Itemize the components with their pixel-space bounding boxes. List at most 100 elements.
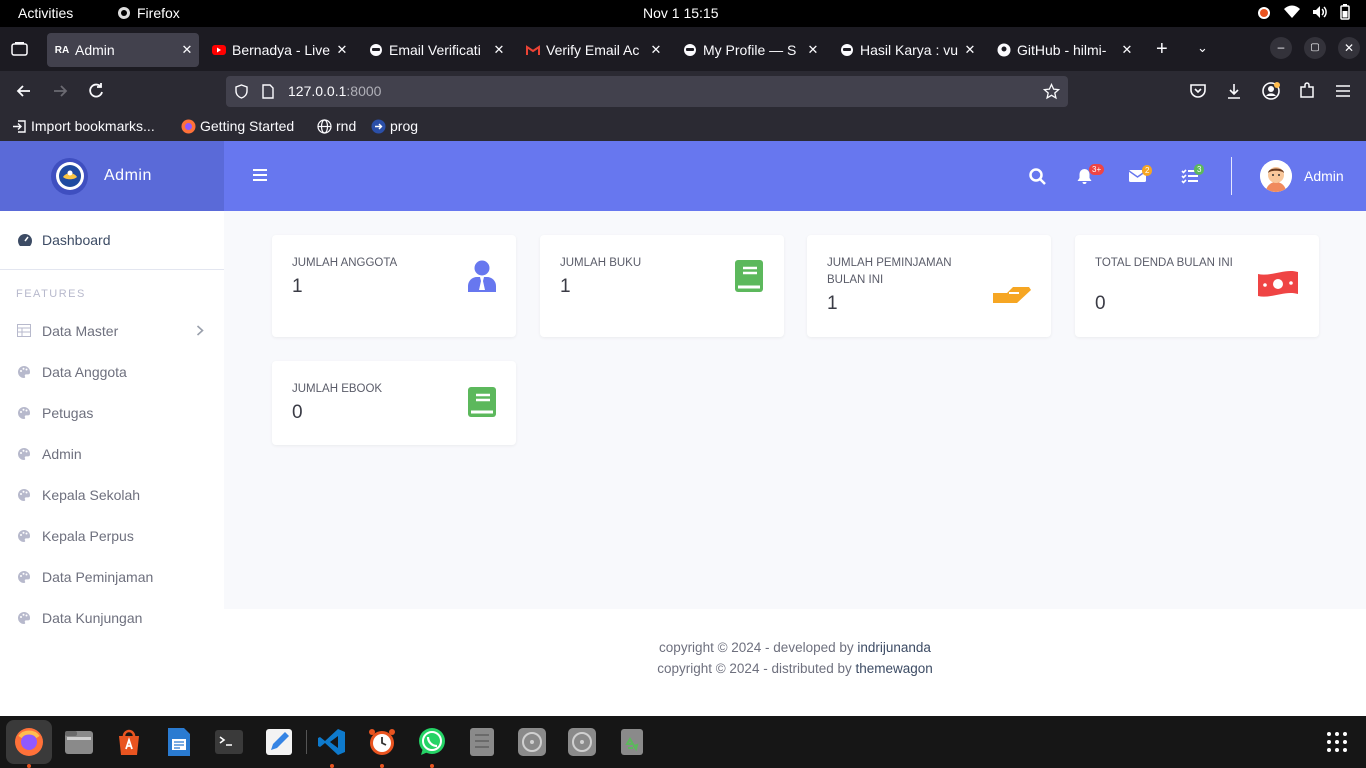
sidebar-item-data-kunjungan[interactable]: Data Kunjungan (0, 597, 224, 638)
card-label: JUMLAH ANGGOTA (292, 257, 398, 269)
text-editor-icon[interactable] (264, 727, 294, 757)
system-tray[interactable] (1256, 4, 1350, 20)
minimize-window-icon[interactable]: – (1270, 37, 1292, 59)
footer-text: copyright © 2024 - distributed by (657, 661, 856, 676)
close-tab-icon[interactable]: ✕ (648, 42, 664, 58)
whatsapp-icon[interactable] (417, 727, 447, 757)
pocket-icon[interactable] (1188, 81, 1208, 101)
bookmark-star-icon[interactable] (1043, 83, 1060, 100)
message-badge: 2 (1142, 165, 1153, 176)
generic-site-icon (369, 43, 383, 57)
disc-icon[interactable] (567, 727, 597, 757)
sidebar-brand[interactable]: Admin (0, 141, 224, 211)
tab-github[interactable]: GitHub - hilmi- ✕ (989, 33, 1135, 67)
brand-name: Admin (104, 167, 152, 184)
dock-separator (306, 730, 307, 754)
download-icon[interactable] (1224, 81, 1244, 101)
bookmark-label: rnd (336, 118, 357, 134)
tab-list-chevron-icon[interactable]: ⌄ (1197, 40, 1208, 56)
tab-email-verification[interactable]: Email Verificati ✕ (361, 33, 507, 67)
task-badge: 3 (1194, 164, 1205, 175)
reload-icon[interactable] (86, 81, 106, 101)
tab-my-profile[interactable]: My Profile — S ✕ (675, 33, 821, 67)
footer-link-distributor[interactable]: themewagon (856, 661, 933, 676)
avatar (1260, 160, 1292, 192)
user-menu[interactable]: Admin (1260, 160, 1344, 192)
close-tab-icon[interactable]: ✕ (805, 42, 821, 58)
show-apps-icon[interactable] (1327, 732, 1347, 752)
bookmark-import[interactable]: Import bookmarks... (12, 118, 155, 134)
hamburger-icon[interactable] (252, 167, 268, 183)
firefox-icon (118, 7, 130, 19)
running-indicator (27, 764, 31, 768)
url-text[interactable]: 127.0.0.1:8000 (288, 83, 381, 99)
terminal-icon[interactable] (214, 727, 244, 757)
activities-button[interactable]: Activities (18, 5, 73, 21)
menu-icon[interactable] (1333, 81, 1353, 101)
writer-icon[interactable] (164, 727, 194, 757)
page-icon[interactable] (262, 84, 274, 99)
sidebar-item-admin[interactable]: Admin (0, 433, 224, 474)
app-center-icon[interactable] (114, 727, 144, 757)
sidebar-item-petugas[interactable]: Petugas (0, 392, 224, 433)
card-value: 0 (292, 402, 303, 423)
sidebar-divider (0, 269, 224, 270)
card-value: 1 (292, 276, 303, 297)
tab-hasil-karya[interactable]: Hasil Karya : vu ✕ (832, 33, 978, 67)
alarm-clock-icon[interactable] (367, 727, 397, 757)
book-icon (468, 387, 496, 417)
back-icon[interactable] (14, 81, 34, 101)
card-label: JUMLAH EBOOK (292, 383, 383, 395)
footer-line-developed: copyright © 2024 - developed by indrijun… (224, 640, 1366, 655)
sidebar-item-dashboard[interactable]: Dashboard (0, 219, 224, 260)
forward-icon[interactable] (50, 81, 70, 101)
close-tab-icon[interactable]: ✕ (1119, 42, 1135, 58)
account-icon[interactable] (1261, 81, 1281, 101)
bookmark-getting-started[interactable]: Getting Started (181, 118, 294, 134)
new-tab-icon[interactable]: + (1156, 38, 1168, 61)
shield-icon[interactable] (234, 84, 249, 99)
stat-card-ebook: JUMLAH EBOOK 0 (272, 361, 516, 445)
address-bar[interactable]: 127.0.0.1:8000 (226, 76, 1068, 107)
trash-icon[interactable] (617, 727, 647, 757)
bookmark-prog[interactable]: prog (371, 118, 418, 134)
sidebar-item-label: Data Master (42, 322, 119, 339)
volume-icon (1313, 6, 1327, 18)
app-menu[interactable]: Firefox (117, 5, 180, 21)
close-tab-icon[interactable]: ✕ (179, 42, 195, 58)
sidebar-item-kepala-sekolah[interactable]: Kepala Sekolah (0, 474, 224, 515)
bookmark-rnd[interactable]: rnd (317, 118, 356, 134)
url-host: 127.0.0.1 (288, 83, 347, 99)
footer-link-developer[interactable]: indrijunanda (857, 640, 931, 655)
sidebar-item-kepala-perpus[interactable]: Kepala Perpus (0, 515, 224, 556)
vscode-icon[interactable] (317, 727, 347, 757)
sidebar-item-data-anggota[interactable]: Data Anggota (0, 351, 224, 392)
tab-overview-icon[interactable] (11, 41, 28, 57)
tab-gmail[interactable]: Verify Email Ac ✕ (518, 33, 664, 67)
sidebar-item-label: Kepala Perpus (42, 527, 134, 544)
close-tab-icon[interactable]: ✕ (334, 42, 350, 58)
disc-icon[interactable] (517, 727, 547, 757)
tab-youtube[interactable]: Bernadya - Live ✕ (204, 33, 350, 67)
sidebar-item-label: Data Anggota (42, 363, 127, 380)
sidebar-item-data-peminjaman[interactable]: Data Peminjaman (0, 556, 224, 597)
clock[interactable]: Nov 1 15:15 (643, 5, 719, 21)
tab-title: Admin (75, 42, 115, 58)
notifications-button[interactable]: 3+ (1077, 164, 1105, 190)
tab-admin[interactable]: RA Admin ✕ (47, 33, 199, 67)
stat-card-denda: TOTAL DENDA BULAN INI 0 (1075, 235, 1319, 337)
close-window-icon[interactable]: ✕ (1338, 37, 1360, 59)
extensions-icon[interactable] (1297, 81, 1317, 101)
close-tab-icon[interactable]: ✕ (962, 42, 978, 58)
close-tab-icon[interactable]: ✕ (491, 42, 507, 58)
book-icon (735, 260, 763, 292)
sidebar-item-data-master[interactable]: Data Master (0, 310, 224, 351)
files-icon[interactable] (64, 727, 94, 757)
tasks-button[interactable]: 3 (1181, 164, 1205, 189)
disks-icon[interactable] (467, 727, 497, 757)
firefox-icon[interactable] (14, 727, 44, 757)
palette-icon (17, 365, 33, 379)
messages-button[interactable]: 2 (1128, 165, 1153, 188)
maximize-window-icon[interactable]: ▢ (1304, 37, 1326, 59)
search-icon[interactable] (1029, 168, 1046, 185)
